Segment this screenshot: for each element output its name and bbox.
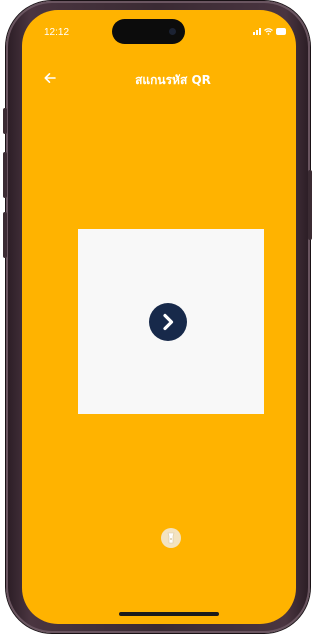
- dynamic-island: [112, 19, 185, 44]
- power-button: [308, 170, 312, 240]
- chevron-right-icon: [163, 313, 174, 331]
- wifi-icon: [264, 28, 273, 35]
- page-title: สแกนรหัส QR: [135, 73, 211, 87]
- next-button[interactable]: [149, 303, 187, 341]
- flashlight-button[interactable]: [161, 528, 181, 548]
- front-camera-icon: [169, 28, 176, 35]
- signal-icon: [253, 28, 261, 35]
- home-indicator: [119, 612, 219, 616]
- battery-icon: [276, 28, 286, 35]
- flashlight-icon: [167, 532, 175, 544]
- status-icons: [253, 28, 286, 35]
- back-arrow-icon[interactable]: [42, 70, 58, 86]
- volume-down-button: [3, 212, 7, 258]
- status-time: 12:12: [44, 27, 70, 38]
- action-button: [3, 108, 7, 134]
- volume-up-button: [3, 152, 7, 198]
